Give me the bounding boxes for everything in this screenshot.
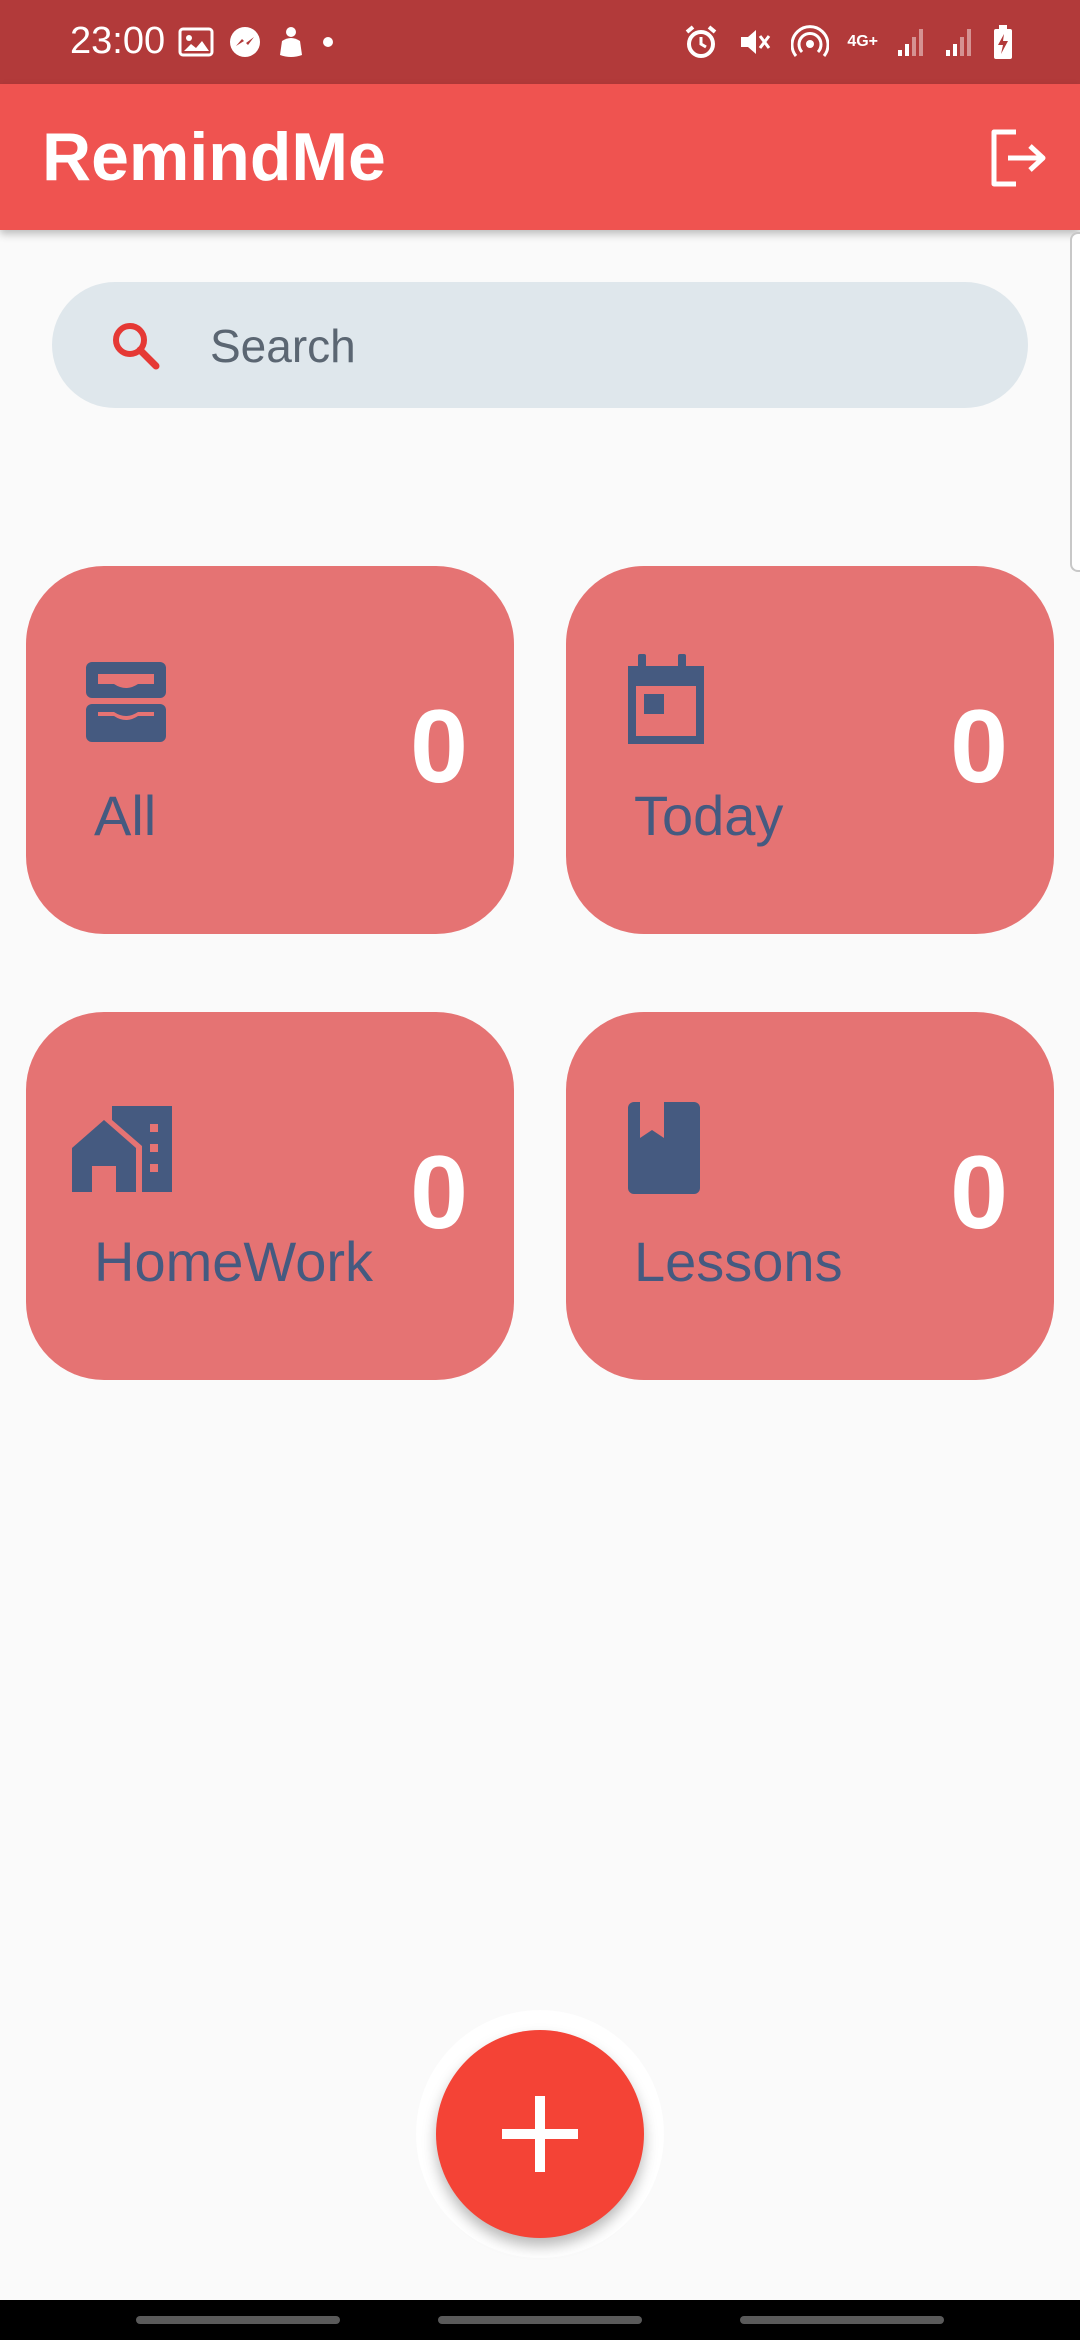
nav-back-handle[interactable] [740, 2316, 944, 2324]
search-icon [113, 323, 160, 370]
app-title: RemindMe [42, 119, 386, 195]
card-label: All [94, 784, 157, 847]
card-count: 0 [950, 689, 1008, 805]
search-input[interactable] [208, 312, 972, 380]
card-count: 0 [410, 1135, 468, 1251]
status-system-icons: 4G+ [683, 22, 1014, 62]
card-label: Today [634, 784, 784, 847]
status-notification-icons [178, 22, 336, 62]
card-count: 0 [950, 1135, 1008, 1251]
card-label: Lessons [634, 1230, 843, 1293]
messenger-icon [228, 25, 262, 59]
category-card-lessons[interactable]: Lessons 0 [566, 1012, 1054, 1380]
app-bar: RemindMe [0, 84, 1080, 230]
category-card-all[interactable]: All 0 [26, 566, 514, 934]
category-card-today[interactable]: Today 0 [566, 566, 1054, 934]
book-icon [628, 1102, 700, 1194]
battery-charging-icon [992, 24, 1014, 60]
signal-icon [944, 26, 974, 58]
scrollbar[interactable] [1070, 232, 1080, 572]
calendar-today-icon [628, 654, 704, 744]
category-card-homework[interactable]: HomeWork 0 [26, 1012, 514, 1380]
alarm-icon [683, 24, 719, 60]
add-reminder-button[interactable] [436, 2030, 644, 2238]
logout-icon [991, 129, 1046, 187]
app-notification-icon [276, 25, 306, 59]
hotspot-icon [791, 24, 830, 60]
nav-home-handle[interactable] [438, 2316, 642, 2324]
add-icon [502, 2096, 578, 2172]
card-label: HomeWork [94, 1230, 374, 1293]
signal-icon [896, 26, 926, 58]
home-work-icon [72, 1106, 172, 1192]
status-time: 23:00 [70, 20, 166, 62]
inbox-tray-icon [86, 662, 166, 742]
network-icon: 4G+ [847, 33, 878, 51]
search-bar[interactable] [52, 282, 1028, 408]
logout-button[interactable] [986, 126, 1050, 190]
gallery-notification-icon [178, 27, 214, 57]
mute-icon [737, 24, 773, 60]
navigation-bar [0, 2300, 1080, 2340]
card-count: 0 [410, 689, 468, 805]
network-label: 4G+ [847, 33, 878, 50]
nav-recents-handle[interactable] [136, 2316, 340, 2324]
dot-icon [320, 34, 336, 50]
status-bar: 23:00 4G+ [0, 0, 1080, 84]
